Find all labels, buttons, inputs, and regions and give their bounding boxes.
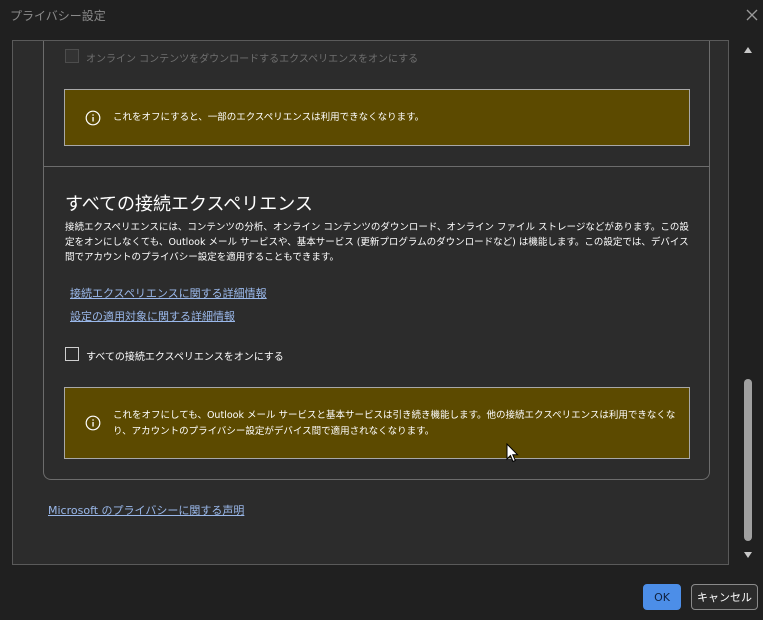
online-content-warning: これをオフにすると、一部のエクスペリエンスは利用できなくなります。 (64, 89, 690, 146)
title-bar: プライバシー設定 (0, 0, 763, 30)
mouse-cursor-icon (506, 443, 519, 463)
online-content-checkbox-label: オンライン コンテンツをダウンロードするエクスペリエンスをオンにする (86, 54, 419, 65)
connected-experiences-details-link[interactable]: 接続エクスペリエンスに関する詳細情報 (70, 285, 267, 301)
scrollbar-thumb[interactable] (744, 379, 752, 541)
online-content-warning-text: これをオフにすると、一部のエクスペリエンスは利用できなくなります。 (113, 112, 425, 123)
connected-experiences-description: 接続エクスペリエンスには、コンテンツの分析、オンライン コンテンツのダウンロード… (65, 222, 689, 263)
connected-experiences-warning-text: これをオフにしても、Outlook メール サービスと基本サービスは引き続き機能… (113, 410, 676, 437)
close-icon (746, 9, 758, 21)
connected-experiences-warning: これをオフにしても、Outlook メール サービスと基本サービスは引き続き機能… (64, 387, 690, 459)
microsoft-privacy-statement-link[interactable]: Microsoft のプライバシーに関する声明 (48, 502, 244, 518)
scroll-up-arrow-icon[interactable] (742, 44, 754, 56)
online-content-checkbox[interactable] (65, 49, 79, 63)
close-button[interactable] (742, 5, 762, 25)
section-divider (44, 166, 709, 167)
info-icon (85, 110, 101, 125)
settings-scope-details-link[interactable]: 設定の適用対象に関する詳細情報 (70, 308, 235, 324)
ok-button[interactable]: OK (643, 584, 681, 610)
settings-panel: オンライン コンテンツをダウンロードするエクスペリエンスをオンにする これをオフ… (12, 40, 729, 565)
scroll-down-arrow-icon[interactable] (742, 549, 754, 561)
all-connected-experiences-checkbox[interactable] (65, 347, 79, 361)
all-connected-experiences-checkbox-label: すべての接続エクスペリエンスをオンにする (86, 352, 284, 363)
cancel-button[interactable]: キャンセル (691, 584, 758, 610)
window-title: プライバシー設定 (10, 9, 106, 23)
info-icon (85, 415, 101, 431)
connected-experiences-heading: すべての接続エクスペリエンス (65, 194, 313, 215)
vertical-scrollbar[interactable] (740, 40, 756, 565)
